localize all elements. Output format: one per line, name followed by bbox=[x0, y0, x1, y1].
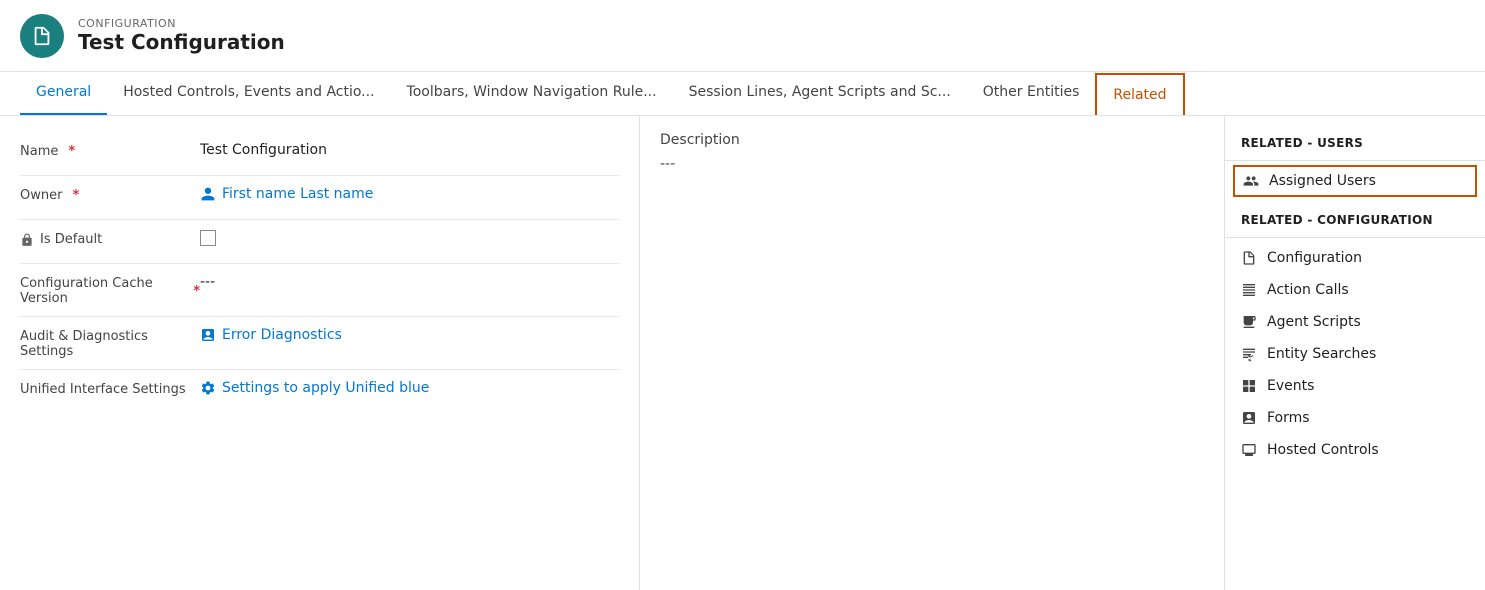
related-item-hosted-controls[interactable]: Hosted Controls bbox=[1225, 434, 1485, 466]
field-row-name: Name * Test Configuration bbox=[20, 132, 619, 176]
agent-scripts-label: Agent Scripts bbox=[1267, 314, 1361, 330]
related-section-users: Related - Users bbox=[1225, 128, 1485, 156]
settings-icon bbox=[200, 380, 216, 396]
assigned-users-label: Assigned Users bbox=[1269, 173, 1376, 189]
forms-icon bbox=[1241, 410, 1257, 426]
entity-searches-label: Entity Searches bbox=[1267, 346, 1376, 362]
related-item-forms[interactable]: Forms bbox=[1225, 402, 1485, 434]
configuration-icon bbox=[1241, 250, 1257, 266]
related-divider-1 bbox=[1225, 160, 1485, 161]
action-calls-icon bbox=[1241, 282, 1257, 298]
value-config-cache: --- bbox=[200, 274, 619, 290]
document-icon bbox=[31, 25, 53, 47]
app-header: CONFIGURATION Test Configuration bbox=[0, 0, 1485, 72]
field-row-owner: Owner * First name Last name bbox=[20, 176, 619, 220]
related-item-agent-scripts[interactable]: Agent Scripts bbox=[1225, 306, 1485, 338]
required-indicator-owner: * bbox=[72, 188, 79, 203]
person-icon bbox=[200, 186, 216, 202]
forms-label: Forms bbox=[1267, 410, 1310, 426]
value-audit[interactable]: Error Diagnostics bbox=[200, 327, 619, 343]
tab-session-lines[interactable]: Session Lines, Agent Scripts and Sc... bbox=[673, 71, 967, 115]
field-row-config-cache: Configuration Cache Version * --- bbox=[20, 264, 619, 317]
title-group: CONFIGURATION Test Configuration bbox=[78, 17, 285, 54]
tab-bar: General Hosted Controls, Events and Acti… bbox=[0, 72, 1485, 116]
diagnostics-icon bbox=[200, 327, 216, 343]
form-panel: Name * Test Configuration Owner * First … bbox=[0, 116, 640, 590]
related-panel: Related - Users Assigned Users Related -… bbox=[1225, 116, 1485, 590]
field-row-audit: Audit & Diagnostics Settings Error Diagn… bbox=[20, 317, 619, 370]
label-is-default: Is Default bbox=[20, 230, 200, 247]
value-owner[interactable]: First name Last name bbox=[200, 186, 619, 202]
label-unified: Unified Interface Settings bbox=[20, 380, 200, 397]
description-label: Description bbox=[660, 132, 1204, 148]
label-name: Name * bbox=[20, 142, 200, 159]
tab-general[interactable]: General bbox=[20, 71, 107, 115]
required-indicator-cache: * bbox=[193, 284, 200, 299]
assigned-users-icon bbox=[1243, 173, 1259, 189]
label-owner: Owner * bbox=[20, 186, 200, 203]
required-indicator: * bbox=[68, 144, 75, 159]
related-item-assigned-users[interactable]: Assigned Users bbox=[1233, 165, 1477, 197]
tab-toolbars[interactable]: Toolbars, Window Navigation Rule... bbox=[391, 71, 673, 115]
hosted-controls-icon bbox=[1241, 442, 1257, 458]
related-item-action-calls[interactable]: Action Calls bbox=[1225, 274, 1485, 306]
app-subtitle: CONFIGURATION bbox=[78, 17, 285, 30]
related-item-events[interactable]: Events bbox=[1225, 370, 1485, 402]
main-content: Name * Test Configuration Owner * First … bbox=[0, 116, 1485, 590]
related-item-configuration[interactable]: Configuration bbox=[1225, 242, 1485, 274]
related-divider-2 bbox=[1225, 237, 1485, 238]
value-unified[interactable]: Settings to apply Unified blue bbox=[200, 380, 619, 396]
description-value: --- bbox=[660, 156, 1204, 172]
field-row-unified: Unified Interface Settings Settings to a… bbox=[20, 370, 619, 414]
hosted-controls-label: Hosted Controls bbox=[1267, 442, 1379, 458]
agent-scripts-icon bbox=[1241, 314, 1257, 330]
field-row-is-default: Is Default bbox=[20, 220, 619, 264]
configuration-label: Configuration bbox=[1267, 250, 1362, 266]
action-calls-label: Action Calls bbox=[1267, 282, 1349, 298]
tab-other-entities[interactable]: Other Entities bbox=[967, 71, 1096, 115]
events-label: Events bbox=[1267, 378, 1314, 394]
label-config-cache: Configuration Cache Version * bbox=[20, 274, 200, 306]
app-title: Test Configuration bbox=[78, 30, 285, 54]
related-item-entity-searches[interactable]: Entity Searches bbox=[1225, 338, 1485, 370]
value-name: Test Configuration bbox=[200, 142, 619, 158]
entity-searches-icon bbox=[1241, 346, 1257, 362]
value-is-default bbox=[200, 230, 619, 250]
app-icon bbox=[20, 14, 64, 58]
tab-related[interactable]: Related bbox=[1095, 73, 1184, 115]
tab-hosted-controls[interactable]: Hosted Controls, Events and Actio... bbox=[107, 71, 390, 115]
description-panel: Description --- bbox=[640, 116, 1225, 590]
is-default-checkbox[interactable] bbox=[200, 230, 216, 246]
label-audit: Audit & Diagnostics Settings bbox=[20, 327, 200, 359]
lock-icon bbox=[20, 233, 34, 247]
related-section-configuration: Related - Configuration bbox=[1225, 205, 1485, 233]
events-icon bbox=[1241, 378, 1257, 394]
